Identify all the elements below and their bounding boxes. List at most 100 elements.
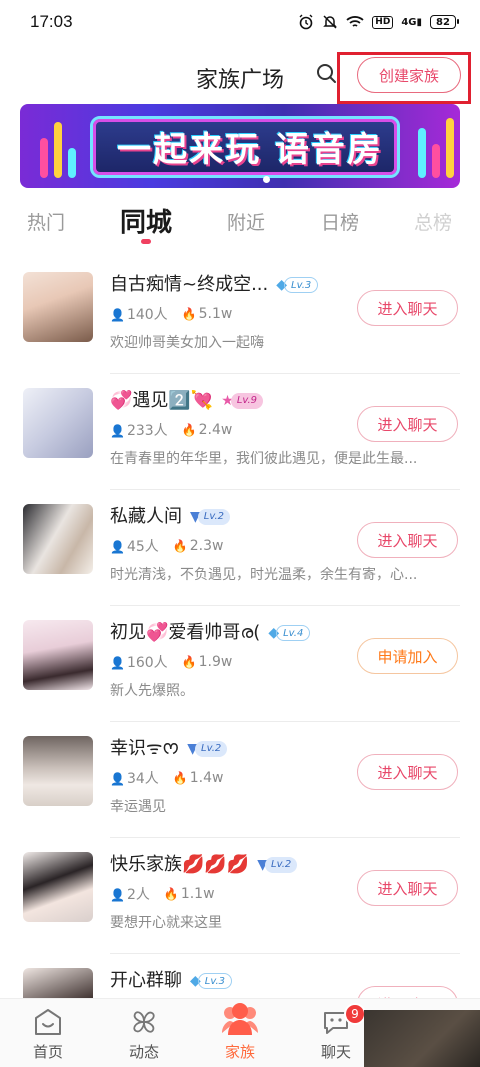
family-stats: 👤 160人 🔥 1.9w	[110, 652, 232, 672]
family-description: 要想开心就来这里	[110, 915, 222, 931]
signal-icon: 4G▮	[401, 16, 422, 28]
family-name: 私藏人间 ▼ Lv.2	[110, 502, 230, 528]
family-stats: 👤 140人 🔥 5.1w	[110, 304, 232, 324]
unread-badge: 9	[344, 1003, 366, 1025]
enter-chat-button[interactable]: 进入聊天	[357, 870, 458, 906]
level-badge: ▼ Lv.2	[257, 856, 298, 874]
active-tab-indicator	[141, 239, 151, 244]
tab-nearby[interactable]: 附近	[227, 208, 265, 235]
family-description: 新人先爆照。	[110, 683, 194, 699]
family-name: 自古痴情~终成空... ◆ Lv.3	[110, 270, 319, 296]
status-icons: HD 4G▮ 82	[298, 14, 459, 30]
flame-icon: 🔥	[172, 539, 188, 553]
level-badge: ▼ Lv.2	[190, 508, 230, 526]
apply-join-button[interactable]: 申请加入	[357, 638, 458, 674]
heat-count: 🔥 2.4w	[181, 422, 233, 438]
nav-moments[interactable]: 动态	[96, 999, 192, 1067]
wifi-icon	[346, 16, 364, 27]
home-icon	[35, 1009, 61, 1035]
family-name-text: 开心群聊	[110, 970, 182, 991]
heat-count: 🔥 2.3w	[172, 538, 224, 554]
enter-chat-button[interactable]: 进入聊天	[357, 986, 458, 998]
family-avatar	[23, 852, 93, 922]
person-icon: 👤	[110, 656, 125, 670]
list-item[interactable]: 自古痴情~终成空... ◆ Lv.3 👤 140人 🔥 5.1w 欢迎帅哥美女加入一起嗨 …	[0, 258, 480, 374]
family-stats: 👤 34人 🔥 1.4w	[110, 768, 223, 788]
family-name-text: 私藏人间	[110, 506, 182, 527]
level-badge: ◆ Lv.4	[268, 624, 311, 642]
family-name: 幸识ᯤᰔ ▼ Lv.2	[110, 734, 228, 763]
heat-count: 🔥 1.1w	[163, 886, 215, 902]
tab-daily-rank[interactable]: 日榜	[321, 208, 359, 235]
banner[interactable]: 一起来玩 语音房	[20, 104, 460, 188]
family-name-text: 自古痴情~终成空...	[110, 274, 269, 295]
list-item[interactable]: 初见💞爱看帅哥ര(◆ Lv.4 👤 160人 🔥 1.9w 新人先爆照。 申请加入	[0, 606, 480, 722]
member-count: 👤 45人	[110, 539, 159, 555]
family-avatar	[23, 620, 93, 690]
battery-icon: 82	[430, 15, 459, 29]
member-count: 👤 140人	[110, 307, 168, 323]
level-label: Lv.2	[195, 741, 228, 757]
banner-image-text: 一起来玩 语音房	[117, 130, 383, 170]
enter-chat-button[interactable]: 进入聊天	[357, 522, 458, 558]
level-label: Lv.3	[197, 973, 232, 989]
corner-image	[364, 1010, 480, 1067]
level-badge: ◆ Lv.3	[276, 276, 319, 294]
family-name-text: 幸识ᯤᰔ	[110, 738, 180, 759]
level-badge: ◆ Lv.3	[190, 972, 232, 990]
enter-chat-button[interactable]: 进入聊天	[357, 754, 458, 790]
family-avatar	[23, 504, 93, 574]
banner-decoration	[418, 128, 426, 178]
family-description: 在青春里的年华里，我们彼此遇见，便是此生最...	[110, 451, 418, 467]
family-stats: 👤 233人 🔥 2.4w	[110, 420, 232, 440]
flame-icon: 🔥	[181, 423, 197, 437]
level-label: Lv.4	[276, 625, 311, 641]
heat-count: 🔥 5.1w	[181, 306, 233, 322]
list-item[interactable]: 私藏人间 ▼ Lv.2 👤 45人 🔥 2.3w 时光清浅，不负遇见，时光温柔，余生有寄，…	[0, 490, 480, 606]
level-label: Lv.2	[197, 509, 230, 525]
network-type: 4G	[401, 16, 417, 28]
nav-moments-label: 动态	[128, 1043, 159, 1061]
family-avatar	[23, 968, 93, 998]
member-count: 👤 2人	[110, 887, 150, 903]
level-label: Lv.2	[265, 857, 298, 873]
nav-home[interactable]: 首页	[0, 999, 96, 1067]
nav-home-label: 首页	[32, 1043, 63, 1061]
family-name: 开心群聊 ◆ Lv.3	[110, 966, 232, 992]
nav-family[interactable]: 家族	[192, 999, 288, 1067]
enter-chat-button[interactable]: 进入聊天	[357, 290, 458, 326]
list-item[interactable]: 幸识ᯤᰔ ▼ Lv.2 👤 34人 🔥 1.4w 幸运遇见 进入聊天	[0, 722, 480, 838]
carousel-indicator	[263, 176, 270, 183]
create-family-button[interactable]: 创建家族	[357, 57, 461, 93]
status-bar: 17:03 HD 4G▮ 82	[0, 0, 480, 44]
member-count: 👤 233人	[110, 423, 168, 439]
alarm-icon	[299, 14, 313, 30]
family-name-text: 快乐家族💋💋💋	[110, 854, 250, 875]
list-item[interactable]: 快乐家族💋💋💋 ▼ Lv.2 👤 2人 🔥 1.1w 要想开心就来这里 进入聊天	[0, 838, 480, 954]
tab-total-rank[interactable]: 总榜	[414, 208, 452, 235]
family-avatar	[23, 388, 93, 458]
flame-icon: 🔥	[181, 655, 197, 669]
family-name: 💞遇见2️⃣💘 ★ Lv.9	[110, 386, 264, 412]
enter-chat-button[interactable]: 进入聊天	[357, 406, 458, 442]
search-icon[interactable]	[315, 62, 339, 86]
status-time: 17:03	[30, 12, 73, 31]
flame-icon: 🔥	[163, 887, 179, 901]
heat-count: 🔥 1.9w	[181, 654, 233, 670]
member-count: 👤 34人	[110, 771, 159, 787]
level-label: Lv.9	[230, 393, 264, 409]
person-icon: 👤	[110, 424, 125, 438]
flame-icon: 🔥	[181, 307, 197, 321]
list-item[interactable]: 💞遇见2️⃣💘 ★ Lv.9 👤 233人 🔥 2.4w 在青春里的年华里，我们彼此遇见，…	[0, 374, 480, 490]
tab-same-city[interactable]: 同城	[120, 202, 172, 239]
tab-hot[interactable]: 热门	[27, 208, 65, 235]
family-description: 幸运遇见	[110, 799, 166, 815]
category-tabs: 热门 同城 附近 日榜 总榜	[0, 196, 480, 252]
list-item[interactable]: 开心群聊 ◆Lv.3 进入聊天	[0, 954, 480, 998]
family-description: 欢迎帅哥美女加入一起嗨	[110, 335, 264, 351]
nav-family-label: 家族	[224, 1043, 255, 1061]
banner-decoration	[54, 122, 62, 178]
family-name: 快乐家族💋💋💋 ▼ Lv.2	[110, 850, 298, 876]
heat-count: 🔥 1.4w	[172, 770, 224, 786]
pinwheel-icon	[133, 1011, 155, 1033]
